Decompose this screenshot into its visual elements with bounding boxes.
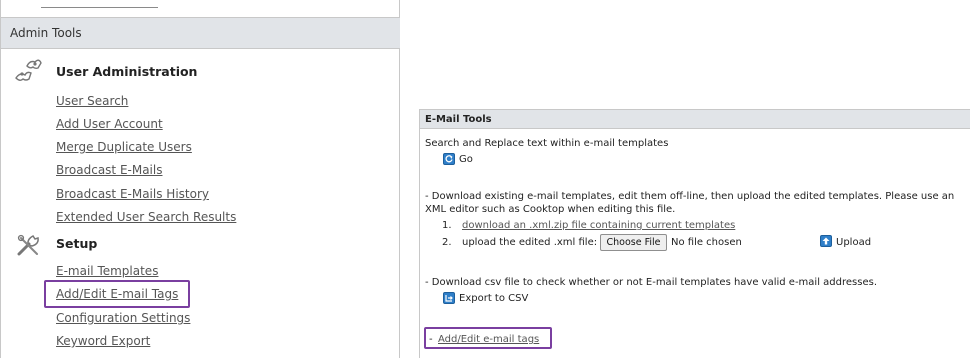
link-email-templates[interactable]: E-mail Templates — [56, 264, 158, 278]
choose-file-button[interactable]: Choose File — [600, 234, 667, 251]
upload-icon[interactable] — [820, 235, 832, 247]
link-broadcast-emails[interactable]: Broadcast E-Mails — [56, 163, 162, 177]
no-file-chosen-text: No file chosen — [671, 237, 742, 248]
upload-button[interactable]: Upload — [836, 237, 871, 248]
link-configuration-settings[interactable]: Configuration Settings — [56, 311, 190, 325]
tools-icon — [17, 234, 39, 256]
highlight-box-email-tags-link — [424, 327, 552, 349]
export-icon[interactable] — [443, 292, 455, 304]
search-replace-text: Search and Replace text within e-mail te… — [425, 138, 669, 149]
admin-tools-header: Admin Tools — [1, 17, 400, 49]
link-broadcast-emails-history[interactable]: Broadcast E-Mails History — [56, 187, 209, 201]
highlight-box-email-tags — [44, 280, 190, 308]
download-templates-link[interactable]: download an .xml.zip file containing cur… — [462, 220, 735, 231]
upload-instruction-text: upload the edited .xml file: — [462, 237, 598, 248]
link-merge-duplicate-users[interactable]: Merge Duplicate Users — [56, 140, 192, 154]
csv-instruction-text: - Download csv file to check whether or … — [425, 277, 877, 288]
download-instructions-line1: - Download existing e-mail templates, ed… — [425, 191, 955, 202]
link-user-search[interactable]: User Search — [56, 94, 128, 108]
email-tools-header: E-Mail Tools — [420, 109, 970, 129]
section-title-user-administration: User Administration — [56, 64, 198, 79]
link-extended-user-search-results[interactable]: Extended User Search Results — [56, 210, 236, 224]
download-instructions-line2: XML editor such as Cooktop when editing … — [425, 204, 676, 215]
admin-tools-panel: Admin Tools User Administration User Sea… — [0, 0, 400, 358]
refresh-icon[interactable] — [443, 153, 455, 165]
users-puzzle-icon — [15, 59, 42, 81]
section-title-setup: Setup — [56, 236, 98, 251]
link-add-user-account[interactable]: Add User Account — [56, 117, 163, 131]
step-number-2: 2. — [442, 237, 452, 248]
top-divider — [41, 0, 158, 8]
step-number-1: 1. — [442, 220, 452, 231]
export-to-csv-button[interactable]: Export to CSV — [459, 293, 528, 304]
email-tools-panel: E-Mail Tools Search and Replace text wit… — [419, 109, 970, 358]
link-keyword-export[interactable]: Keyword Export — [56, 334, 150, 348]
go-button[interactable]: Go — [459, 154, 473, 165]
